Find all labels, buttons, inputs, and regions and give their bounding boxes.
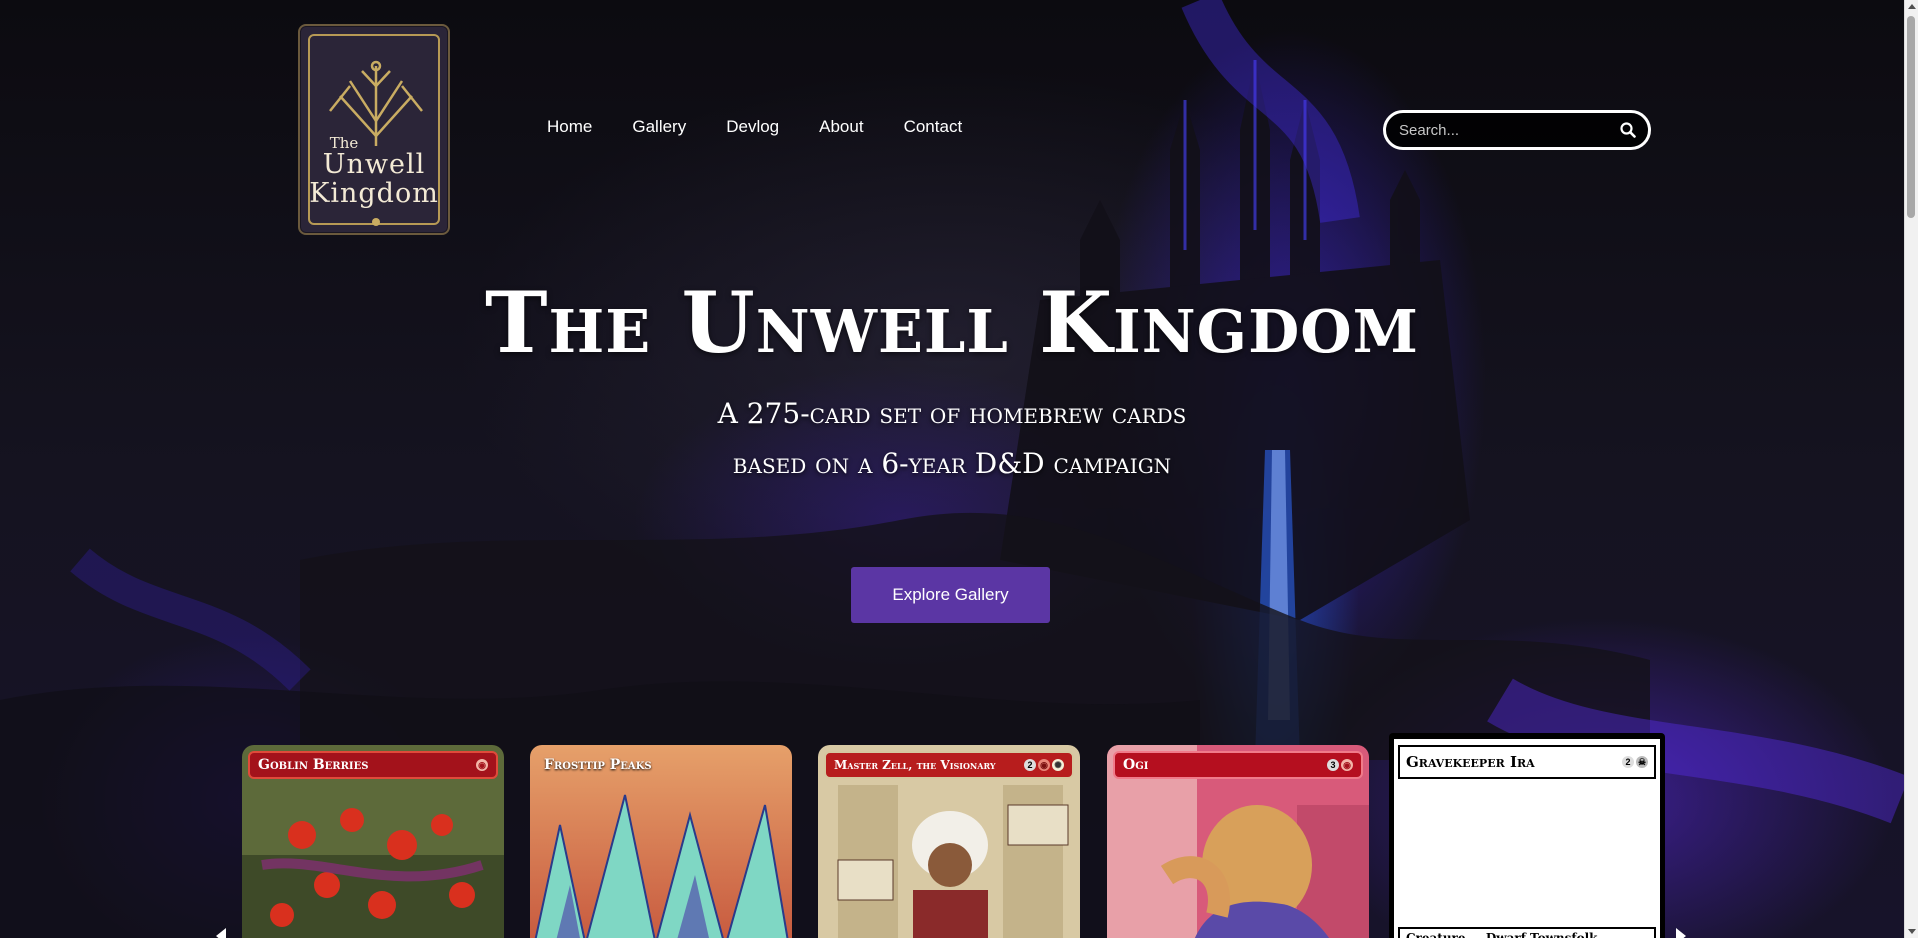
explore-gallery-button[interactable]: Explore Gallery [851,567,1050,623]
red-mana-icon: ◉ [1341,759,1353,771]
card-title: Master Zell, the Visionary [834,758,996,772]
card-type-line: Creature — Dwarf Townsfolk [1398,927,1656,938]
hero-title: The Unwell Kingdom [485,273,1419,372]
generic-mana-icon: 2 [1024,759,1036,771]
red-mana-icon: ◉ [476,759,488,771]
black-mana-icon: ☠ [1636,756,1648,768]
nav-home[interactable]: Home [547,117,592,137]
card-title-bar: Goblin Berries ◉ [248,751,498,779]
card-frosttip-peaks[interactable]: Frosttip Peaks [530,745,792,938]
nav-about[interactable]: About [819,117,863,137]
generic-mana-icon: 2 [1622,756,1634,768]
card-frame: Gravekeeper Ira 2 ☠ Creature — Dwarf Tow… [1394,739,1660,938]
card-title-bar: Gravekeeper Ira 2 ☠ [1398,745,1656,779]
card-goblin-berries[interactable]: Goblin Berries ◉ [242,745,504,938]
nav-devlog[interactable]: Devlog [726,117,779,137]
generic-mana-icon: 3 [1327,759,1339,771]
card-gravekeeper-ira[interactable]: Gravekeeper Ira 2 ☠ Creature — Dwarf Tow… [1389,733,1665,938]
logo-wordmark: The Unwell Kingdom [300,136,448,209]
page-scrollbar[interactable] [1904,0,1918,938]
scroll-down-arrow[interactable] [1908,929,1916,934]
card-master-zell[interactable]: Master Zell, the Visionary 2 ◉ ✺ [818,745,1080,938]
carousel-prev-arrow[interactable] [216,928,226,938]
card-mana-cost: ◉ [476,759,488,771]
card-title-bar: Master Zell, the Visionary 2 ◉ ✺ [824,751,1074,779]
hero-subtitle-line-2: based on a 6-year D&D campaign [732,447,1172,480]
site-logo[interactable]: The Unwell Kingdom [298,24,450,235]
red-mana-icon: ◉ [1038,759,1050,771]
logo-line-2: Unwell [322,149,426,180]
card-mana-cost: 2 ◉ ✺ [1024,759,1064,771]
nav-contact[interactable]: Contact [904,117,963,137]
search-input[interactable] [1399,119,1609,141]
scrollbar-thumb[interactable] [1907,16,1915,218]
hero-subtitle-line-1: A 275-card set of homebrew cards [717,397,1187,430]
nav-gallery[interactable]: Gallery [632,117,686,137]
logo-line-3: Kingdom [309,178,439,209]
search-icon[interactable] [1620,122,1636,138]
scroll-up-arrow[interactable] [1908,4,1916,9]
carousel-next-arrow[interactable] [1676,928,1686,938]
card-title-bar: Ogi 3 ◉ [1113,751,1363,779]
card-title: Goblin Berries [258,757,369,773]
card-ogi[interactable]: Ogi 3 ◉ [1107,745,1369,938]
card-title-bar: Frosttip Peaks [536,751,786,779]
card-title: Frosttip Peaks [544,757,652,773]
main-nav: Home Gallery Devlog About Contact [547,117,1002,137]
search-box [1383,110,1651,150]
card-title: Gravekeeper Ira [1406,753,1535,771]
card-mana-cost: 3 ◉ [1327,759,1353,771]
card-title: Ogi [1123,757,1149,773]
card-mana-cost: 2 ☠ [1622,756,1648,768]
white-mana-icon: ✺ [1052,759,1064,771]
